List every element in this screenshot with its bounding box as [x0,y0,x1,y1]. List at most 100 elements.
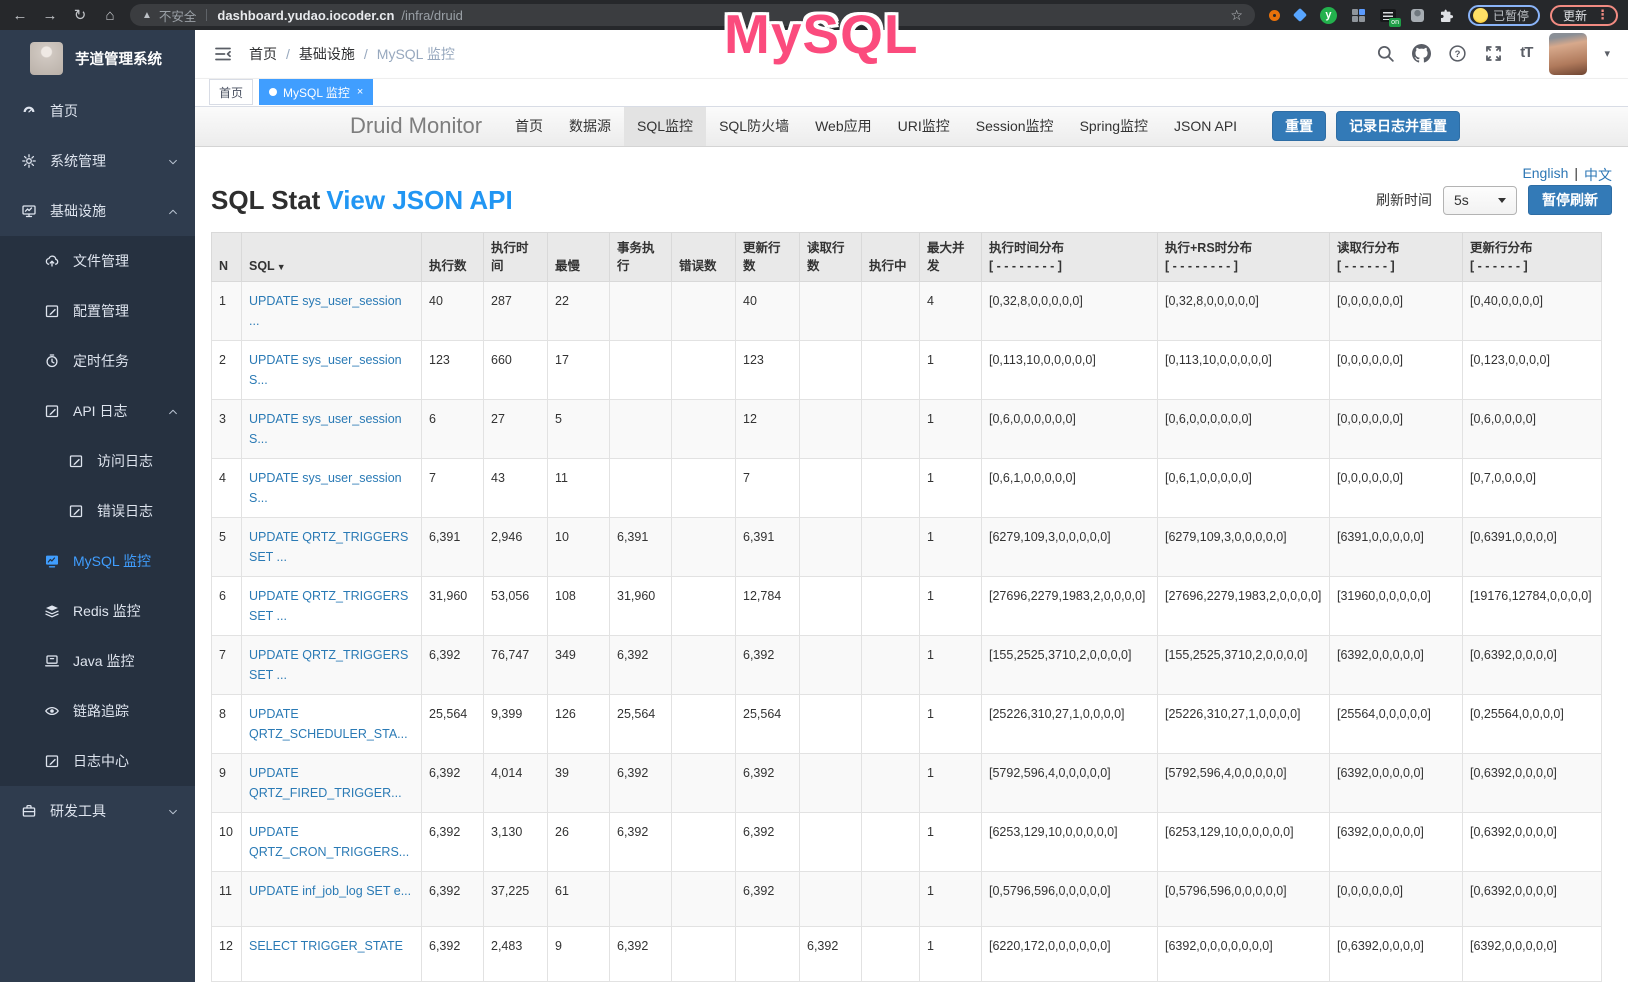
druid-nav-item[interactable]: URI监控 [885,107,963,146]
log-and-reset-button[interactable]: 记录日志并重置 [1336,111,1460,141]
breadcrumb-item[interactable]: 首页 [249,44,277,64]
lang-chinese-link[interactable]: 中文 [1584,165,1612,185]
sql-link[interactable]: UPDATE QRTZ_TRIGGERS SET ... [249,589,408,623]
reload-icon[interactable]: ↻ [70,6,90,24]
sql-link[interactable]: UPDATE sys_user_session S... [249,471,402,505]
druid-nav-item[interactable]: SQL防火墙 [706,107,802,146]
sidebar-item-label: 文件管理 [73,251,129,271]
search-icon[interactable] [1376,44,1395,63]
menu-kebab-icon[interactable]: ⋮ [1596,7,1609,23]
sidebar-item-access-log[interactable]: 访问日志 [0,436,195,486]
extension-gem-icon[interactable] [1293,8,1307,22]
profile-paused-badge[interactable]: 已暂停 [1468,5,1540,26]
table-cell: 6,392 [736,754,800,813]
sql-link[interactable]: UPDATE QRTZ_SCHEDULER_STA... [249,707,408,741]
sidebar-item-redis-monitor[interactable]: Redis 监控 [0,586,195,636]
sql-link[interactable]: SELECT TRIGGER_STATE [249,939,403,953]
table-cell [800,459,862,518]
table-header-cell[interactable]: 执行数 [422,232,484,281]
pause-refresh-button[interactable]: 暂停刷新 [1528,185,1612,215]
sql-link[interactable]: UPDATE QRTZ_FIRED_TRIGGER... [249,766,402,800]
url-host: dashboard.yudao.iocoder.cn [217,8,394,23]
table-header-cell[interactable]: 读取行分布[ - - - - - - ] [1330,232,1463,281]
sidebar-item-java-monitor[interactable]: Java 监控 [0,636,195,686]
reset-button[interactable]: 重置 [1272,111,1326,141]
table-header-cell[interactable]: SQL▼ [242,232,422,281]
table-header-cell[interactable]: 执行中 [862,232,920,281]
table-cell: 9,399 [484,695,548,754]
sidebar-item-error-log[interactable]: 错误日志 [0,486,195,536]
sidebar-item-file[interactable]: 文件管理 [0,236,195,286]
sql-link[interactable]: UPDATE QRTZ_TRIGGERS SET ... [249,530,408,564]
druid-nav-item[interactable]: JSON API [1161,107,1250,146]
table-header-cell[interactable]: 事务执行 [610,232,672,281]
tab-mysql-monitor[interactable]: MySQL 监控× [259,79,373,105]
table-cell: 6,392 [610,813,672,872]
table-cell: UPDATE QRTZ_FIRED_TRIGGER... [242,754,422,813]
sidebar-item-job[interactable]: 定时任务 [0,336,195,386]
druid-nav-item[interactable]: 首页 [502,107,556,146]
help-icon[interactable]: ? [1448,44,1467,63]
chevron-down-icon[interactable]: ▾ [1604,47,1610,60]
upload-icon [44,253,60,269]
table-header-cell[interactable]: 错误数 [672,232,736,281]
extension-ring-icon[interactable] [1269,10,1280,21]
sql-link[interactable]: UPDATE sys_user_session ... [249,294,402,328]
table-header-cell[interactable]: 执行+RS时分布[ - - - - - - - - ] [1158,232,1330,281]
close-icon[interactable]: × [357,86,363,98]
druid-nav-item[interactable]: Web应用 [802,107,885,146]
extension-list-icon[interactable]: on [1380,9,1396,22]
druid-nav-item[interactable]: Spring监控 [1067,107,1161,146]
druid-nav-item[interactable]: 数据源 [556,107,624,146]
table-cell [610,872,672,927]
bookmark-star-icon[interactable]: ☆ [1230,7,1243,24]
extensions-puzzle-icon[interactable] [1439,8,1454,23]
sidebar-item-dev-tools[interactable]: 研发工具 [0,786,195,836]
view-json-api-link[interactable]: View JSON API [326,185,512,215]
sidebar-item-infra[interactable]: 基础设施 [0,186,195,236]
fullscreen-icon[interactable] [1484,44,1503,63]
home-icon[interactable]: ⌂ [100,7,120,24]
table-header-cell[interactable]: 执行时间分布[ - - - - - - - - ] [982,232,1158,281]
sidebar-item-config[interactable]: 配置管理 [0,286,195,336]
forward-icon[interactable]: → [40,7,60,24]
sidebar-item-tracer[interactable]: 链路追踪 [0,686,195,736]
lang-english-link[interactable]: English [1522,165,1568,185]
table-header-cell[interactable]: 读取行数 [800,232,862,281]
table-header-cell[interactable]: N [212,232,242,281]
table-header-cell[interactable]: 更新行分布[ - - - - - - ] [1463,232,1602,281]
sql-link[interactable]: UPDATE sys_user_session S... [249,353,402,387]
sidebar-item-home[interactable]: 首页 [0,86,195,136]
extension-person-icon[interactable] [1411,9,1424,22]
table-header-cell[interactable]: 最大并发 [920,232,982,281]
sql-link[interactable]: UPDATE QRTZ_TRIGGERS SET ... [249,648,408,682]
sql-link[interactable]: UPDATE inf_job_log SET e... [249,884,411,898]
github-icon[interactable] [1412,44,1431,63]
table-cell [800,341,862,400]
sidebar-item-mysql-monitor[interactable]: MySQL 监控 [0,536,195,586]
hamburger-icon[interactable] [213,44,233,64]
sql-link[interactable]: UPDATE sys_user_session S... [249,412,402,446]
table-cell [862,927,920,982]
sidebar-item-log-center[interactable]: 日志中心 [0,736,195,786]
sidebar-item-api-log[interactable]: API 日志 [0,386,195,436]
table-cell [800,282,862,341]
url-bar[interactable]: ▲ 不安全 dashboard.yudao.iocoder.cn/infra/d… [130,4,1255,26]
table-header-cell[interactable]: 更新行数 [736,232,800,281]
sql-link[interactable]: UPDATE QRTZ_CRON_TRIGGERS... [249,825,409,859]
breadcrumb-item[interactable]: 基础设施 [299,44,355,64]
sidebar-item-system[interactable]: 系统管理 [0,136,195,186]
back-icon[interactable]: ← [10,7,30,24]
table-cell: [27696,2279,1983,2,0,0,0,0] [982,577,1158,636]
extension-y-icon[interactable]: y [1320,7,1337,24]
extension-grid-icon[interactable] [1352,9,1365,22]
table-header-cell[interactable]: 执行时间 [484,232,548,281]
refresh-interval-select[interactable]: 5s [1443,186,1517,215]
font-size-icon[interactable]: tT [1520,44,1532,63]
druid-nav-item[interactable]: Session监控 [963,107,1067,146]
chrome-update-button[interactable]: 更新 ⋮ [1550,5,1618,26]
user-avatar[interactable] [1549,33,1587,75]
druid-nav-item[interactable]: SQL监控 [624,107,706,146]
tab-home[interactable]: 首页 [209,79,253,105]
table-header-cell[interactable]: 最慢 [548,232,610,281]
